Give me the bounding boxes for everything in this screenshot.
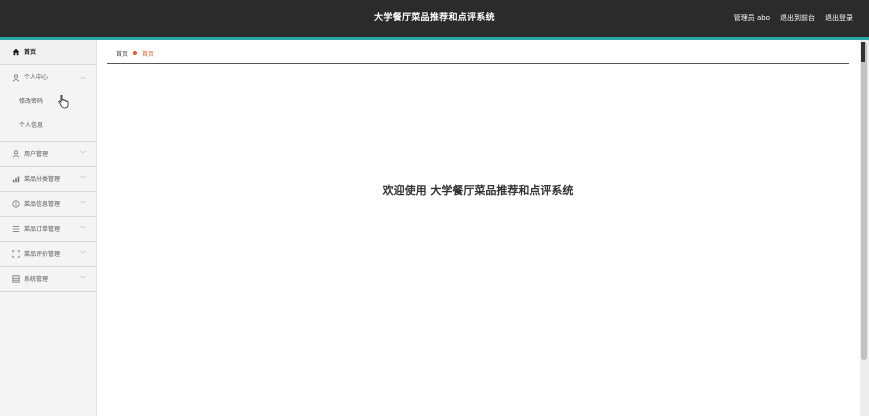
- logout-link[interactable]: 退出登录: [825, 0, 853, 37]
- chart-icon: [12, 175, 20, 183]
- sidebar-item-label: 菜品分类管理: [24, 175, 61, 183]
- sidebar-subitem-change-password[interactable]: 修改密码: [0, 90, 96, 114]
- scrollbar-thumb[interactable]: [861, 42, 867, 360]
- chevron-down-icon: ﹀: [79, 151, 86, 158]
- sidebar-item-dish-orders[interactable]: 菜品订单管理 ﹀: [0, 217, 96, 242]
- sidebar-item-personal-center[interactable]: 个人中心 ︿: [0, 65, 96, 90]
- sidebar-subitem-label: 修改密码: [19, 98, 44, 105]
- chevron-down-icon: ﹀: [79, 251, 86, 258]
- welcome-message: 欢迎使用 大学餐厅菜品推荐和点评系统: [382, 184, 574, 197]
- chevron-up-icon: ︿: [79, 74, 86, 81]
- sidebar-item-dish-reviews[interactable]: 菜品评价管理 ﹀: [0, 242, 96, 267]
- chevron-down-icon: ﹀: [79, 201, 86, 208]
- list-icon: [12, 225, 20, 233]
- sidebar-subitem-personal-info[interactable]: 个人信息: [0, 114, 96, 138]
- back-to-front-link[interactable]: 退出到前台: [780, 0, 815, 37]
- sidebar-item-label: 用户管理: [24, 150, 49, 158]
- sidebar-item-label: 菜品订单管理: [24, 225, 61, 233]
- sidebar-item-label: 菜品信息管理: [24, 200, 61, 208]
- chevron-down-icon: ﹀: [79, 176, 86, 183]
- sidebar-item-label: 首页: [24, 48, 37, 56]
- sidebar-item-user-management[interactable]: 用户管理 ﹀: [0, 142, 96, 167]
- sidebar-item-dish-info[interactable]: 菜品信息管理 ﹀: [0, 192, 96, 217]
- header-actions: 管理员 abo 退出到前台 退出登录: [734, 0, 853, 37]
- sidebar-subitem-label: 个人信息: [19, 122, 44, 129]
- sidebar-menu: 首页 个人中心 ︿ 修改密码 个人信息 用户管理 ﹀ 菜品分类管理 ﹀ 菜品信息…: [0, 40, 97, 416]
- breadcrumb-divider: [107, 63, 849, 64]
- frame-icon: [12, 250, 20, 258]
- sidebar-item-label: 系统管理: [24, 275, 49, 283]
- hand-cursor-icon: [57, 94, 69, 109]
- breadcrumb-dot-icon: [133, 51, 138, 55]
- user-icon: [12, 73, 20, 82]
- header-accent-bar: [0, 37, 869, 40]
- top-header: 大学餐厅菜品推荐和点评系统 管理员 abo 退出到前台 退出登录: [0, 0, 869, 37]
- scrollbar-top-marker: [861, 42, 865, 62]
- sidebar-item-label: 个人中心: [24, 74, 49, 81]
- info-icon: [12, 200, 20, 208]
- admin-user-label: 管理员 abo: [733, 14, 770, 22]
- personal-center-group: 个人中心 ︿ 修改密码 个人信息: [0, 65, 96, 142]
- breadcrumb: 首页 首页: [116, 47, 154, 59]
- sidebar-item-dish-category[interactable]: 菜品分类管理 ﹀: [0, 167, 96, 192]
- home-icon: [12, 48, 20, 56]
- sidebar-item-label: 菜品评价管理: [24, 250, 61, 258]
- breadcrumb-current: 首页: [142, 50, 155, 58]
- grid-icon: [12, 275, 20, 283]
- chevron-down-icon: ﹀: [79, 276, 86, 283]
- sidebar-item-home[interactable]: 首页: [0, 40, 96, 65]
- breadcrumb-root[interactable]: 首页: [116, 49, 128, 58]
- sidebar-item-system-management[interactable]: 系统管理 ﹀: [0, 267, 96, 292]
- user-icon: [12, 150, 20, 158]
- chevron-down-icon: ﹀: [79, 226, 86, 233]
